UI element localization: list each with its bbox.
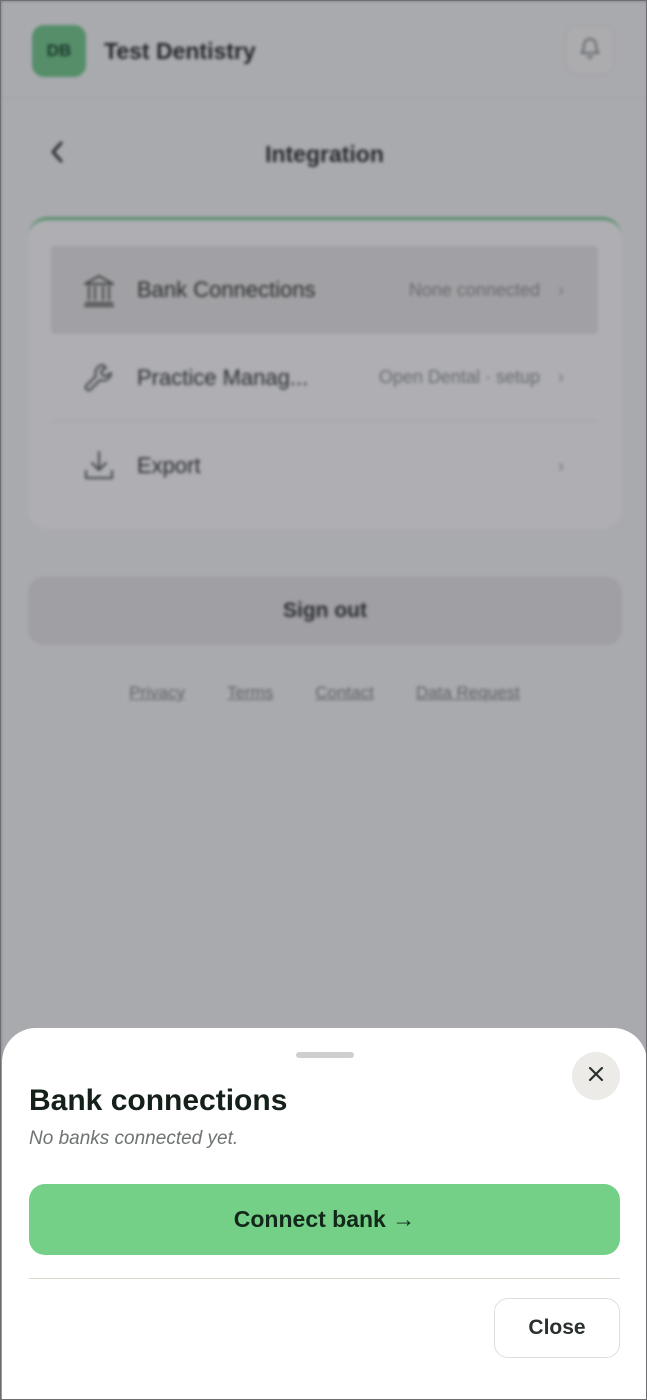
app-frame: DB Test Dentistry Integration Bank Conne… [0, 0, 647, 1400]
sheet-title: Bank connections [29, 1084, 288, 1117]
close-button[interactable]: Close [494, 1298, 620, 1358]
close-icon [587, 1065, 605, 1088]
bank-connections-sheet: Bank connections No banks connected yet.… [2, 1028, 646, 1399]
sheet-subtitle: No banks connected yet. [29, 1128, 239, 1149]
sheet-drag-handle[interactable] [296, 1052, 354, 1058]
divider [29, 1278, 620, 1279]
sheet-close-button[interactable] [572, 1052, 620, 1100]
connect-bank-button[interactable]: Connect bank → [29, 1184, 620, 1255]
